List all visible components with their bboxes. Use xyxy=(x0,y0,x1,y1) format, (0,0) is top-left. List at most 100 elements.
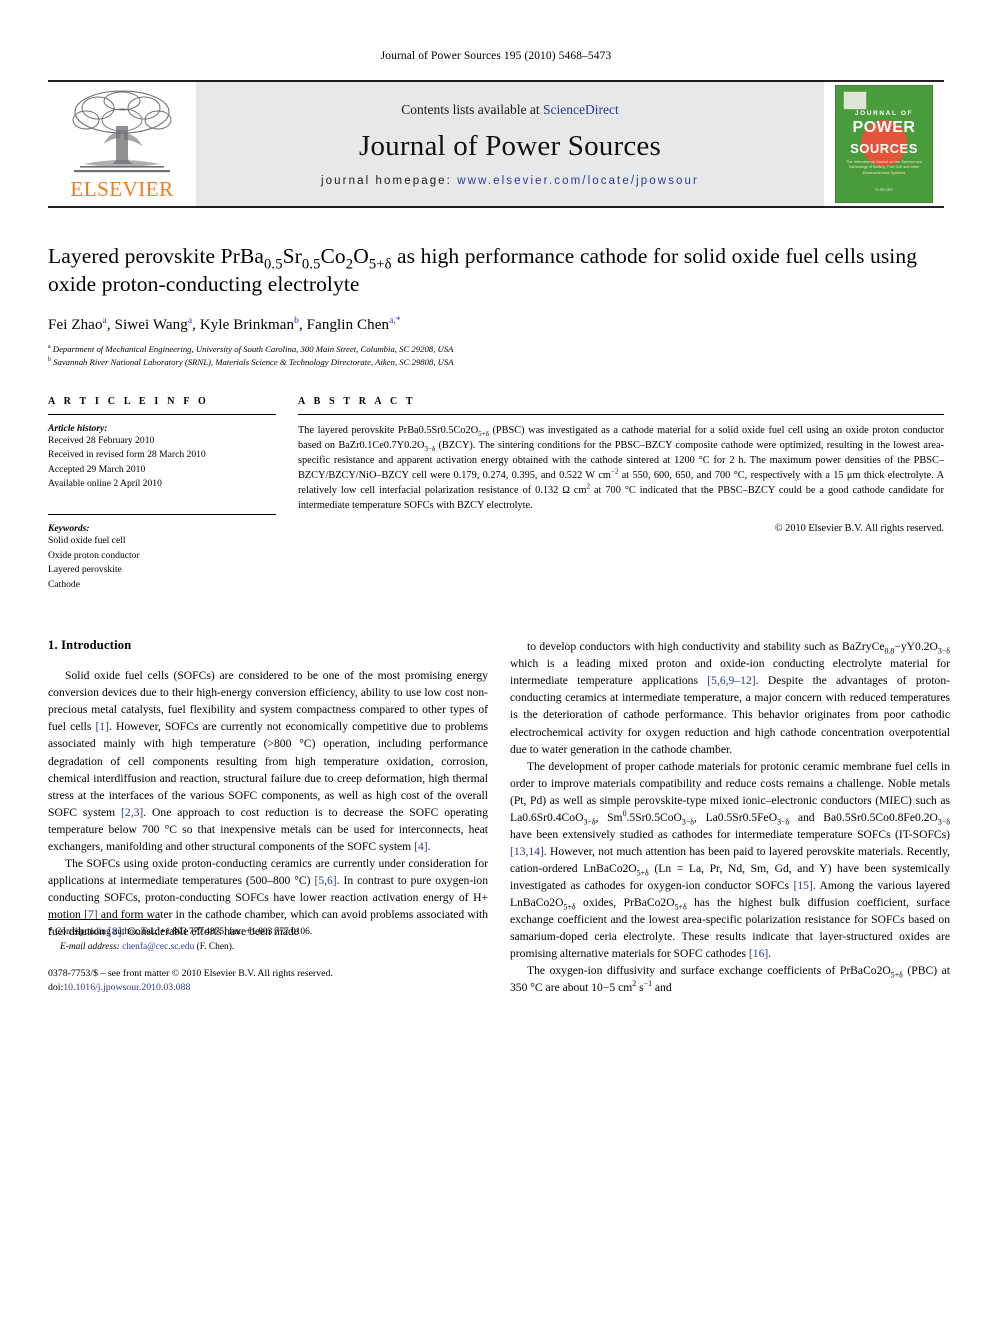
article-page: Journal of Power Sources 195 (2010) 5468… xyxy=(0,0,992,1323)
cover-line-power: POWER xyxy=(852,119,916,136)
article-info-heading: A R T I C L E I N F O xyxy=(48,395,209,407)
issn-copyright-block: 0378-7753/$ – see front matter © 2010 El… xyxy=(48,967,488,996)
article-history-item: Received in revised form 28 March 2010 xyxy=(48,449,206,461)
author-name: Siwei Wang xyxy=(114,316,188,333)
citation-reference[interactable]: [1] xyxy=(95,720,109,733)
body-paragraph: Solid oxide fuel cells (SOFCs) are consi… xyxy=(48,669,488,853)
journal-title: Journal of Power Sources xyxy=(359,129,661,162)
unit-exponent: −2 xyxy=(610,467,619,476)
body-paragraph: The oxygen-ion diffusivity and surface e… xyxy=(510,963,950,994)
article-history-item: Received 28 February 2010 xyxy=(48,434,155,446)
left-column-text: Solid oxide fuel cells (SOFCs) are consi… xyxy=(48,667,488,940)
unit-exponent: 0 xyxy=(622,808,627,818)
info-abstract-region: A R T I C L E I N F O Article history: R… xyxy=(48,396,944,593)
page-title: Layered perovskite PrBa0.5Sr0.5Co2O5+δ a… xyxy=(48,242,944,299)
abstract-column: A B S T R A C T The layered perovskite P… xyxy=(298,396,944,593)
author-affiliation-marker: b xyxy=(294,315,299,326)
citation-reference[interactable]: [5,6,9–12] xyxy=(707,674,755,687)
keywords-block: Keywords: Solid oxide fuel cell Oxide pro… xyxy=(48,514,276,592)
title-text: Layered perovskite PrBa0.5Sr0.5Co2O5+δ a… xyxy=(48,244,918,297)
contents-prefix: Contents lists available at xyxy=(401,101,543,117)
elsevier-tree-icon xyxy=(72,90,172,173)
elsevier-logo: ELSEVIER xyxy=(48,82,196,206)
homepage-label: journal homepage: xyxy=(321,174,452,187)
article-history-list: Received 28 February 2010 Received in rev… xyxy=(48,434,276,492)
author-name: Fanglin Chen xyxy=(306,316,390,333)
right-column: to develop conductors with high conducti… xyxy=(510,638,950,996)
author-name: Kyle Brinkman xyxy=(199,316,295,333)
chemical-subscript: 3−δ xyxy=(937,816,950,826)
keyword-item: Solid oxide fuel cell xyxy=(48,535,126,547)
contents-available-line: Contents lists available at ScienceDirec… xyxy=(401,102,618,118)
doi-prefix: doi: xyxy=(48,982,64,994)
chemical-subscript: 3−δ xyxy=(777,816,790,826)
footnote-block: * Corresponding author. Tel.: +1 803 777… xyxy=(48,919,488,996)
author-name: Fei Zhao xyxy=(48,316,103,333)
unit-exponent: 2 xyxy=(632,979,637,989)
body-paragraph: to develop conductors with high conducti… xyxy=(510,640,950,756)
left-column: 1. Introduction Solid oxide fuel cells (… xyxy=(48,638,488,996)
doi-line: doi:10.1016/j.jpowsour.2010.03.088 xyxy=(48,981,488,996)
abstract-text: The layered perovskite PrBa0.5Sr0.5Co2O5… xyxy=(298,424,945,511)
keyword-item: Cathode xyxy=(48,578,80,590)
author-affiliation-marker: a,* xyxy=(389,315,401,326)
email-note: E-mail address: chenfa@cec.sc.edu (F. Ch… xyxy=(48,940,488,954)
cover-publisher-footer: ELSEVIER xyxy=(875,188,893,193)
journal-masthead: ELSEVIER Contents lists available at Sci… xyxy=(48,80,944,208)
author-affiliation-marker: a xyxy=(187,315,193,326)
elsevier-wordmark: ELSEVIER xyxy=(70,177,174,201)
copyright-line: © 2010 Elsevier B.V. All rights reserved… xyxy=(774,522,944,534)
affiliation-list: a Department of Mechanical Engineering, … xyxy=(48,343,944,370)
keyword-item: Layered perovskite xyxy=(48,564,122,576)
email-label: E-mail address: xyxy=(60,941,120,952)
citation-reference[interactable]: [16] xyxy=(749,947,768,960)
chemical-subscript: 3−δ xyxy=(424,444,436,453)
chemical-subscript: 0.8 xyxy=(884,646,895,656)
email-link[interactable]: chenfa@cec.sc.edu xyxy=(122,942,194,952)
cover-line-sources: SOURCES xyxy=(850,141,918,156)
body-paragraph: The development of proper cathode materi… xyxy=(510,759,951,960)
right-column-text: to develop conductors with high conducti… xyxy=(510,638,950,996)
issn-line: 0378-7753/$ – see front matter © 2010 El… xyxy=(48,967,333,979)
citation-reference[interactable]: [13,14] xyxy=(510,845,544,858)
chemical-subscript: 3−δ xyxy=(583,816,596,826)
cover-publisher-badge-icon xyxy=(843,91,867,110)
article-history-item: Accepted 29 March 2010 xyxy=(48,463,146,475)
homepage-url-link[interactable]: www.elsevier.com/locate/jpowsour xyxy=(457,175,699,187)
unit-exponent: 2 xyxy=(586,482,591,491)
journal-cover-image: JOURNAL OF POWER SOURCES The Internation… xyxy=(835,85,933,203)
running-head: Journal of Power Sources 195 (2010) 5468… xyxy=(380,50,612,62)
masthead-center: Contents lists available at ScienceDirec… xyxy=(196,82,824,206)
article-info-divider xyxy=(48,413,276,415)
title-block: Layered perovskite PrBa0.5Sr0.5Co2O5+δ a… xyxy=(48,242,944,370)
section-heading-introduction: 1. Introduction xyxy=(48,638,132,653)
chemical-subscript: 5+δ xyxy=(674,902,687,912)
article-info-column: A R T I C L E I N F O Article history: R… xyxy=(48,396,276,593)
chemical-subscript: 5+δ xyxy=(636,868,649,878)
cover-line-journal-of: JOURNAL OF xyxy=(854,110,914,117)
article-history-item: Available online 2 April 2010 xyxy=(48,478,162,490)
keyword-item: Oxide proton conductor xyxy=(48,549,140,561)
unit-exponent: −1 xyxy=(643,979,653,989)
corresponding-author-note: * Corresponding author. Tel.: +1 803 777… xyxy=(48,927,313,938)
affiliation-item: b Savannah River National Laboratory (SR… xyxy=(48,357,454,368)
journal-homepage-line: journal homepage: www.elsevier.com/locat… xyxy=(321,175,699,187)
keywords-list: Solid oxide fuel cell Oxide proton conduc… xyxy=(48,534,276,592)
abstract-heading: A B S T R A C T xyxy=(298,395,416,407)
citation-reference[interactable]: [2,3] xyxy=(121,806,143,819)
chemical-subscript: 5+δ xyxy=(563,902,576,912)
sciencedirect-link[interactable]: ScienceDirect xyxy=(543,102,619,117)
citation-reference[interactable]: [4] xyxy=(414,840,428,853)
keywords-divider xyxy=(48,514,276,516)
citation-reference[interactable]: [15] xyxy=(793,879,812,892)
journal-cover-container: JOURNAL OF POWER SOURCES The Internation… xyxy=(824,82,944,206)
chemical-subscript: 5+δ xyxy=(478,429,489,438)
email-owner: (F. Chen). xyxy=(196,941,235,952)
footnote-divider xyxy=(48,919,160,921)
citation-reference[interactable]: [5,6] xyxy=(314,874,336,887)
cover-tagline: The International Journal on the Science… xyxy=(846,160,922,175)
author-list: Fei Zhaoa, Siwei Wanga, Kyle Brinkmanb, … xyxy=(48,315,401,333)
doi-link[interactable]: 10.1016/j.jpowsour.2010.03.088 xyxy=(63,982,190,993)
affiliation-item: a Department of Mechanical Engineering, … xyxy=(48,343,454,354)
author-affiliation-marker: a xyxy=(102,315,107,326)
